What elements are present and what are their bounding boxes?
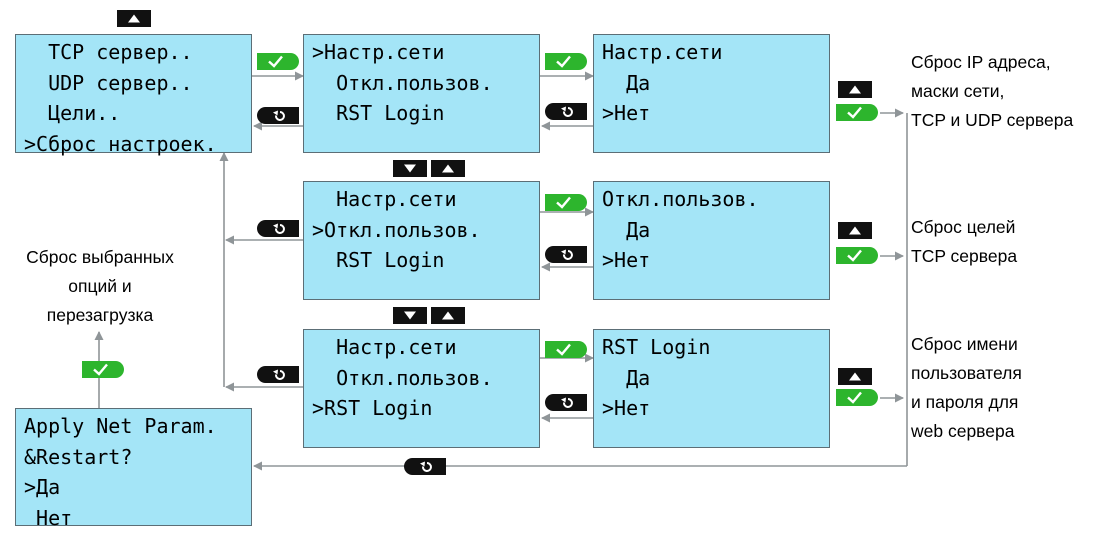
apply-title: Apply Net Param.	[24, 411, 251, 442]
confirm-title: Откл.пользов.	[602, 184, 829, 215]
menu-item-rst-login: RST Login	[312, 98, 539, 129]
note-line: Сброс выбранных	[9, 243, 191, 272]
menu-item-net-settings: Настр.сети	[312, 332, 539, 363]
note-line: Сброс IP адреса,	[911, 48, 1073, 77]
back-return-key-icon	[545, 394, 587, 411]
note-line: TCP и UDP сервера	[911, 106, 1073, 135]
note-line: и пароля для	[911, 388, 1022, 417]
note-line: Сброс целей	[911, 213, 1017, 242]
up-arrow-key-icon	[838, 222, 872, 239]
apply-restart-screen: Apply Net Param. &Restart? >Да Нет	[15, 408, 252, 526]
note-line: опций и	[9, 272, 191, 301]
note-targets-reset: Сброс целей TCP сервера	[911, 213, 1017, 271]
menu-item-disable-users: >Откл.пользов.	[312, 215, 539, 246]
back-return-key-icon	[545, 246, 587, 263]
reset-menu-screen-1: >Настр.сети Откл.пользов. RST Login	[303, 34, 540, 153]
note-line: маски сети,	[911, 77, 1073, 106]
confirm-title: RST Login	[602, 332, 829, 363]
menu-item-disable-users: Откл.пользов.	[312, 363, 539, 394]
note-line: Сброс имени	[911, 330, 1022, 359]
up-arrow-key-icon	[117, 10, 151, 27]
confirm-login-screen: RST Login Да >Нет	[593, 329, 830, 448]
menu-item-net-settings: Настр.сети	[312, 184, 539, 215]
option-yes: >Да	[24, 472, 251, 503]
ok-checkmark-key-icon	[545, 341, 587, 358]
back-return-key-icon	[257, 366, 299, 383]
confirm-title: Настр.сети	[602, 37, 829, 68]
confirm-users-screen: Откл.пользов. Да >Нет	[593, 181, 830, 300]
reset-menu-screen-3: Настр.сети Откл.пользов. >RST Login	[303, 329, 540, 448]
note-line: пользователя	[911, 359, 1022, 388]
option-yes: Да	[602, 68, 829, 99]
option-no: Нет	[24, 503, 251, 533]
main-menu-screen: TCP сервер.. UDP сервер.. Цели.. >Сброс …	[15, 34, 252, 153]
up-arrow-key-icon	[838, 368, 872, 385]
confirm-net-screen: Настр.сети Да >Нет	[593, 34, 830, 153]
option-yes: Да	[602, 215, 829, 246]
ok-checkmark-key-icon	[82, 361, 124, 378]
note-line: перезагрузка	[9, 301, 191, 330]
menu-item-net-settings: >Настр.сети	[312, 37, 539, 68]
up-arrow-key-icon	[431, 307, 465, 324]
menu-item-disable-users: Откл.пользов.	[312, 68, 539, 99]
menu-item-rst-login: RST Login	[312, 245, 539, 276]
menu-item-reset-settings: >Сброс настроек.	[24, 129, 251, 160]
back-return-key-icon	[545, 103, 587, 120]
ok-checkmark-key-icon	[836, 247, 878, 264]
restart-prompt: &Restart?	[24, 442, 251, 473]
note-line: TCP сервера	[911, 242, 1017, 271]
up-arrow-key-icon	[431, 160, 465, 177]
menu-item-targets: Цели..	[24, 98, 251, 129]
option-no: >Нет	[602, 98, 829, 129]
ok-checkmark-key-icon	[257, 53, 299, 70]
option-yes: Да	[602, 363, 829, 394]
ok-checkmark-key-icon	[836, 389, 878, 406]
back-return-key-icon	[404, 458, 446, 475]
menu-item-tcp-server: TCP сервер..	[24, 37, 251, 68]
note-login-reset: Сброс имени пользователя и пароля для we…	[911, 330, 1022, 446]
ok-checkmark-key-icon	[836, 104, 878, 121]
reset-menu-screen-2: Настр.сети >Откл.пользов. RST Login	[303, 181, 540, 300]
back-return-key-icon	[257, 220, 299, 237]
note-restart: Сброс выбранных опций и перезагрузка	[9, 243, 191, 330]
note-line: web сервера	[911, 417, 1022, 446]
menu-item-udp-server: UDP сервер..	[24, 68, 251, 99]
down-arrow-key-icon	[393, 160, 427, 177]
ok-checkmark-key-icon	[545, 194, 587, 211]
option-no: >Нет	[602, 393, 829, 424]
down-arrow-key-icon	[393, 307, 427, 324]
option-no: >Нет	[602, 245, 829, 276]
note-net-reset: Сброс IP адреса, маски сети, TCP и UDP с…	[911, 48, 1073, 135]
back-return-key-icon	[257, 107, 299, 124]
up-arrow-key-icon	[838, 81, 872, 98]
menu-item-rst-login: >RST Login	[312, 393, 539, 424]
ok-checkmark-key-icon	[545, 53, 587, 70]
